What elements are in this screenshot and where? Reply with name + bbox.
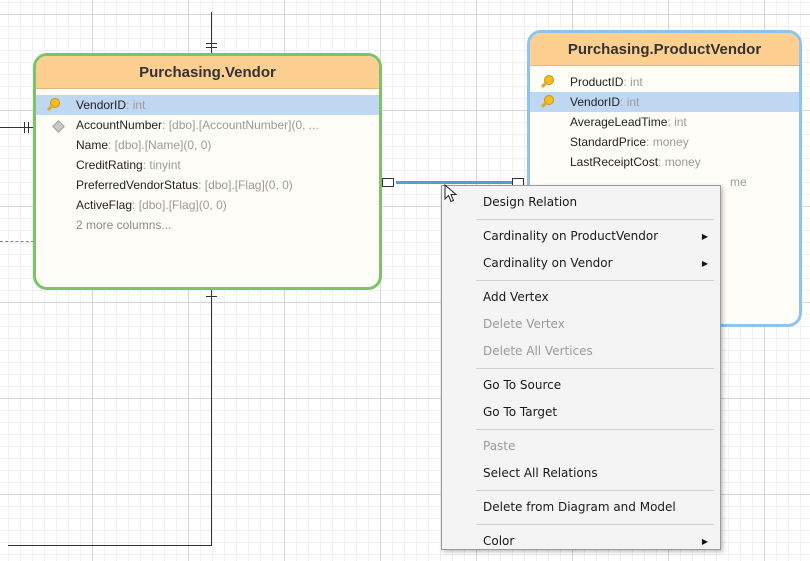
column-type: : [dbo].[Flag](0, 0) xyxy=(198,178,293,192)
column-row[interactable]: ActiveFlag: [dbo].[Flag](0, 0) xyxy=(36,195,379,215)
menu-item-cardinality-on-productvendor[interactable]: Cardinality on ProductVendor ▶ xyxy=(442,223,720,250)
column-name: PreferredVendorStatus xyxy=(76,178,199,192)
column-type: : int xyxy=(623,75,643,89)
menu-item-select-all-relations[interactable]: Select All Relations xyxy=(442,460,720,487)
primary-key-icon xyxy=(50,98,60,108)
menu-separator xyxy=(476,524,714,525)
submenu-arrow-icon: ▶ xyxy=(701,259,708,268)
menu-item-label: Color xyxy=(483,534,515,548)
menu-item-cardinality-on-vendor[interactable]: Cardinality on Vendor ▶ xyxy=(442,250,720,277)
submenu-arrow-icon: ▶ xyxy=(701,232,708,241)
column-type: : int xyxy=(620,95,640,109)
column-name: CreditRating xyxy=(76,158,143,172)
menu-item-delete-from-diagram-and-model[interactable]: Delete from Diagram and Model xyxy=(442,494,720,521)
connector-line xyxy=(8,545,212,546)
menu-item-design-relation[interactable]: Design Relation xyxy=(442,189,720,216)
cardinality-tick xyxy=(28,122,29,133)
column-type: : money xyxy=(646,135,689,149)
column-name: AccountNumber xyxy=(76,118,163,132)
menu-item-color[interactable]: Color ▶ xyxy=(442,528,720,555)
submenu-arrow-icon: ▶ xyxy=(701,537,708,546)
column-row[interactable]: Name: [dbo].[Name](0, 0) xyxy=(36,135,379,155)
cardinality-tick xyxy=(206,296,217,297)
menu-item-go-to-source[interactable]: Go To Source xyxy=(442,372,720,399)
column-row[interactable]: ProductID: int xyxy=(530,72,799,92)
menu-separator xyxy=(476,490,714,491)
column-type: : money xyxy=(658,155,701,169)
context-menu: Design Relation Cardinality on ProductVe… xyxy=(441,185,721,550)
menu-item-go-to-target[interactable]: Go To Target xyxy=(442,399,720,426)
column-name: StandardPrice xyxy=(570,135,647,149)
more-columns-link[interactable]: 2 more columns... xyxy=(36,215,379,235)
menu-item-label: Cardinality on ProductVendor xyxy=(483,229,659,243)
product-vendor-table-title[interactable]: Purchasing.ProductVendor xyxy=(530,33,799,66)
column-type: me xyxy=(730,175,747,189)
column-row[interactable]: VendorID: int xyxy=(530,92,799,112)
column-name: VendorID xyxy=(76,98,127,112)
vendor-columns: VendorID: int AccountNumber: [dbo].[Acco… xyxy=(36,89,379,235)
product-vendor-columns: ProductID: int VendorID: int AverageLead… xyxy=(530,66,799,192)
menu-item-add-vertex[interactable]: Add Vertex xyxy=(442,284,720,311)
menu-item-delete-vertex[interactable]: Delete Vertex xyxy=(442,311,720,338)
vendor-table-title[interactable]: Purchasing.Vendor xyxy=(36,56,379,89)
column-type: : [dbo].[Name](0, 0) xyxy=(108,138,212,152)
relation-source-handle[interactable] xyxy=(382,178,394,187)
column-row[interactable]: AverageLeadTime: int xyxy=(530,112,799,132)
column-type: : int xyxy=(126,98,146,112)
column-name: VendorID xyxy=(570,95,621,109)
menu-separator xyxy=(476,368,714,369)
menu-item-paste[interactable]: Paste xyxy=(442,433,720,460)
column-name: ProductID xyxy=(570,75,624,89)
cardinality-tick xyxy=(24,122,25,133)
connector-line xyxy=(211,12,212,56)
column-name: ActiveFlag xyxy=(76,198,133,212)
menu-separator xyxy=(476,429,714,430)
column-name: Name xyxy=(76,138,109,152)
menu-item-label: Cardinality on Vendor xyxy=(483,256,613,270)
cardinality-tick xyxy=(206,47,217,48)
column-row[interactable]: CreditRating: tinyint xyxy=(36,155,379,175)
column-row[interactable]: VendorID: int xyxy=(36,95,379,115)
connector-line xyxy=(211,290,212,546)
column-type: : [dbo].[Flag](0, 0) xyxy=(132,198,227,212)
column-row[interactable]: StandardPrice: money xyxy=(530,132,799,152)
column-diamond-icon xyxy=(52,120,65,133)
mouse-pointer-icon xyxy=(444,184,458,203)
primary-key-icon xyxy=(544,75,554,85)
column-type: : tinyint xyxy=(142,158,181,172)
menu-separator xyxy=(476,280,714,281)
menu-item-delete-all-vertices[interactable]: Delete All Vertices xyxy=(442,338,720,365)
menu-separator xyxy=(476,219,714,220)
column-type: : [dbo].[AccountNumber](0, ... xyxy=(162,118,319,132)
column-row[interactable]: PreferredVendorStatus: [dbo].[Flag](0, 0… xyxy=(36,175,379,195)
cardinality-tick xyxy=(206,43,217,44)
column-name: AverageLeadTime xyxy=(570,115,668,129)
column-row[interactable]: LastReceiptCost: money xyxy=(530,152,799,172)
column-row[interactable]: AccountNumber: [dbo].[AccountNumber](0, … xyxy=(36,115,379,135)
dashed-connector xyxy=(0,241,34,242)
vendor-table[interactable]: Purchasing.Vendor VendorID: int AccountN… xyxy=(33,53,382,290)
selected-relation-line[interactable] xyxy=(396,181,522,184)
primary-key-icon xyxy=(544,95,554,105)
column-type: : int xyxy=(667,115,687,129)
column-name: LastReceiptCost xyxy=(570,155,659,169)
